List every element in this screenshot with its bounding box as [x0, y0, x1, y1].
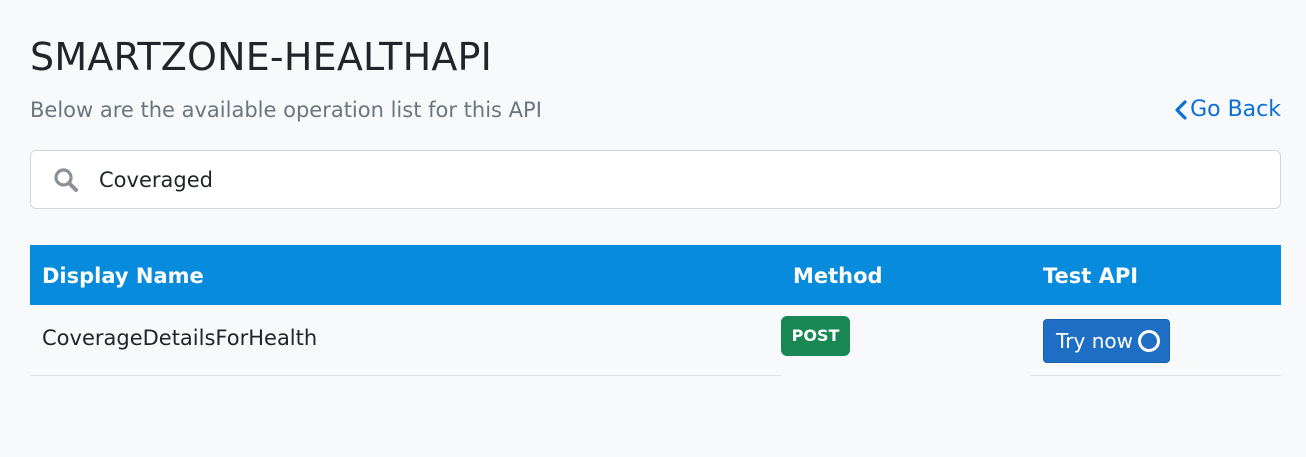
- try-now-label: Try now: [1056, 329, 1133, 353]
- test-api-cell: Try now: [1030, 305, 1281, 376]
- column-header-method: Method: [793, 264, 883, 288]
- search-box: [30, 150, 1281, 209]
- table-header: Display Name Method Test API: [30, 245, 1281, 305]
- column-header-test-api: Test API: [1043, 264, 1139, 288]
- chevron-left-icon: [1175, 100, 1187, 120]
- loading-spinner-icon: [1137, 330, 1160, 352]
- operations-table: Display Name Method Test API CoverageDet…: [30, 245, 1281, 376]
- search-input[interactable]: [99, 159, 1199, 200]
- table-row: CoverageDetailsForHealth POST Try now: [30, 305, 1281, 376]
- column-header-display-name: Display Name: [42, 264, 204, 288]
- page-subtitle: Below are the available operation list f…: [30, 98, 542, 122]
- go-back-link[interactable]: Go Back: [1173, 96, 1281, 124]
- search-icon: [53, 167, 79, 193]
- method-badge: POST: [781, 316, 850, 356]
- display-name-cell: CoverageDetailsForHealth: [30, 305, 781, 376]
- go-back-label: Go Back: [1190, 97, 1281, 122]
- try-now-button[interactable]: Try now: [1043, 319, 1170, 363]
- page-title: SMARTZONE-HEALTHAPI: [30, 35, 493, 79]
